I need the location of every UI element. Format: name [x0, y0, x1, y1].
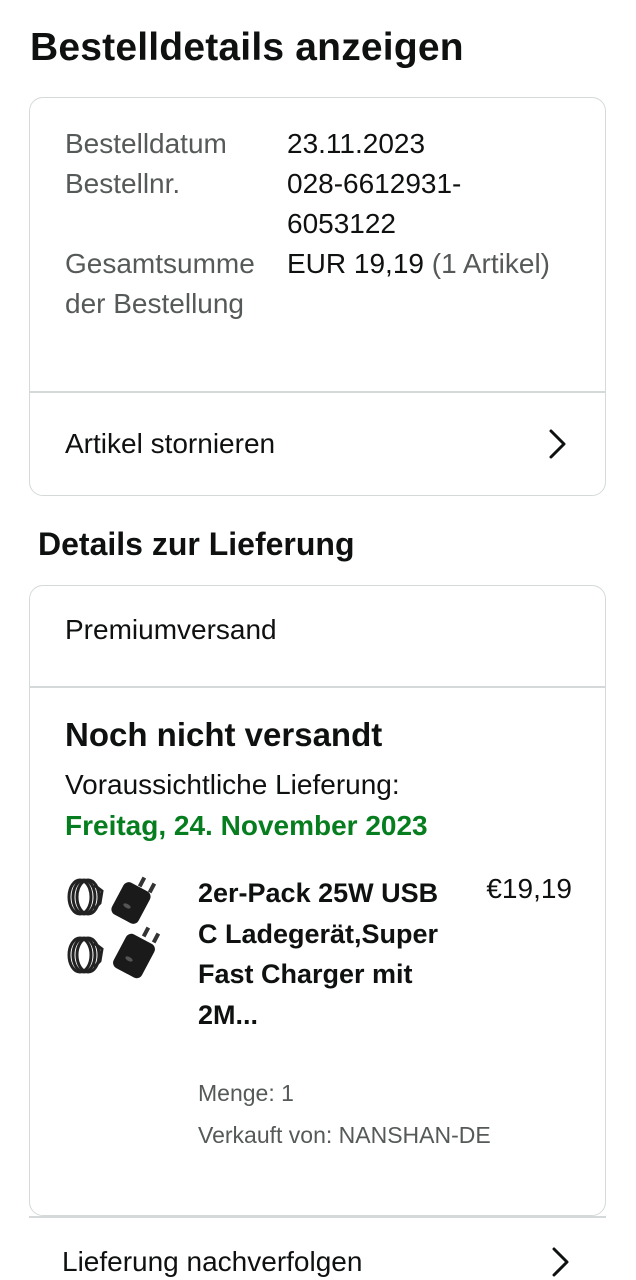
- chevron-right-icon: [543, 426, 571, 462]
- order-summary-card: Bestelldatum 23.11.2023 Bestellnr. 028-6…: [29, 97, 606, 496]
- track-delivery-label: Lieferung nachverfolgen: [62, 1246, 363, 1277]
- order-date-label: Bestelldatum: [65, 128, 227, 159]
- track-delivery-button[interactable]: Lieferung nachverfolgen: [29, 1232, 606, 1280]
- order-number-value: 028-6612931-6053122: [287, 168, 462, 239]
- shipment-status: Noch nicht versandt: [65, 716, 383, 753]
- expected-delivery-label: Voraussichtliche Lieferung:: [65, 769, 400, 800]
- usb-c-charger-image[interactable]: [64, 875, 170, 985]
- order-total-label: Gesamtsumme der Bestellung: [65, 248, 255, 319]
- product-title-link[interactable]: 2er-Pack 25W USB C Ladegerät,Super Fast …: [198, 873, 448, 1035]
- order-total-value: EUR 19,19: [287, 248, 424, 279]
- product-price: €19,19: [486, 873, 572, 904]
- product-seller: Verkauft von: NANSHAN-DE: [198, 1122, 491, 1148]
- product-quantity: Menge: 1: [198, 1080, 294, 1106]
- shipping-method: Premiumversand: [65, 614, 277, 645]
- expected-delivery-date: Freitag, 24. November 2023: [65, 810, 428, 841]
- delivery-section-title: Details zur Lieferung: [38, 526, 355, 562]
- order-number-label: Bestellnr.: [65, 168, 181, 199]
- order-number-row: Bestellnr. 028-6612931-6053122: [65, 164, 585, 244]
- order-total-items: (1 Artikel): [431, 248, 550, 279]
- order-total-row: Gesamtsumme der Bestellung EUR 19,19 (1 …: [65, 244, 585, 324]
- order-total-value-wrap: EUR 19,19 (1 Artikel): [287, 244, 585, 324]
- order-date-row: Bestelldatum 23.11.2023: [65, 124, 585, 164]
- order-details-page: Bestelldetails anzeigen Bestelldatum 23.…: [0, 0, 636, 1280]
- delivery-card: Premiumversand Noch nicht versandt Vorau…: [29, 585, 606, 1216]
- order-info-grid: Bestelldatum 23.11.2023 Bestellnr. 028-6…: [65, 124, 585, 324]
- section-divider: [29, 1216, 606, 1218]
- page-title: Bestelldetails anzeigen: [30, 26, 464, 69]
- order-date-value: 23.11.2023: [287, 128, 426, 159]
- cancel-items-button[interactable]: Artikel stornieren: [30, 392, 605, 495]
- chevron-right-icon: [546, 1244, 574, 1280]
- cancel-items-label: Artikel stornieren: [65, 427, 276, 459]
- card-divider: [30, 686, 605, 688]
